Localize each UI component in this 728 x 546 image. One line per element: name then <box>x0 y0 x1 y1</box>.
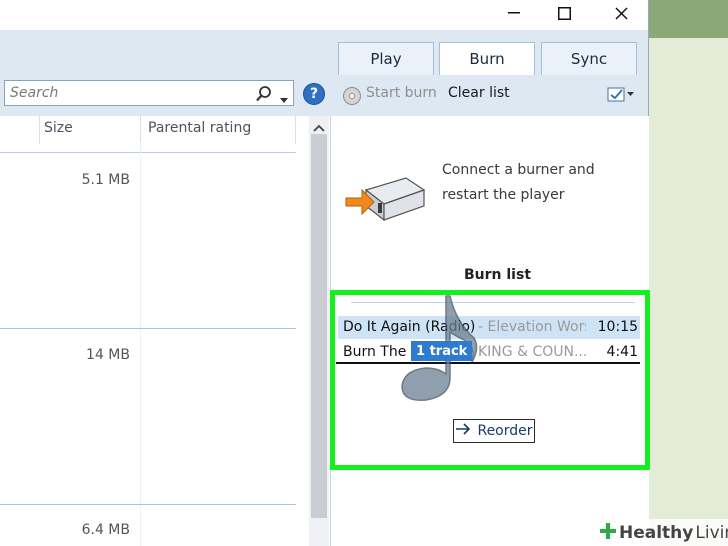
burn-options-icon[interactable] <box>607 85 635 107</box>
minimize-icon <box>508 12 520 14</box>
background-panel <box>648 0 728 546</box>
minimize-button[interactable] <box>487 0 541 26</box>
search-placeholder: Search <box>10 85 59 101</box>
search-icon[interactable] <box>255 85 273 107</box>
column-gridline <box>140 142 141 546</box>
header-divider <box>0 152 296 153</box>
row-divider <box>0 328 296 329</box>
scroll-up-icon[interactable] <box>312 118 326 137</box>
reorder-button[interactable]: Reorder <box>453 419 535 443</box>
close-button[interactable] <box>594 0 648 26</box>
watermark-brand: Healthy <box>619 522 694 543</box>
file-size: 14 MB <box>86 347 130 363</box>
column-separator <box>39 116 40 144</box>
watermark-brand-suffix: Living <box>695 522 728 543</box>
burner-drive-icon <box>344 168 428 232</box>
disc-icon <box>342 86 362 110</box>
maximize-icon <box>557 6 571 20</box>
arrow-right-icon <box>455 423 471 439</box>
tab-burn[interactable]: Burn <box>439 42 535 75</box>
watermark: Healthy Living <box>597 519 728 546</box>
burn-toolbar: Start burn Clear list <box>333 80 648 110</box>
cross-icon <box>599 522 617 544</box>
burn-list-highlight <box>330 290 650 470</box>
close-icon <box>614 6 628 20</box>
clear-list-button[interactable]: Clear list <box>448 85 510 101</box>
column-header-parental-rating[interactable]: Parental rating <box>148 120 251 146</box>
file-size: 6.4 MB <box>81 522 130 538</box>
search-input[interactable]: Search <box>4 80 294 106</box>
tab-sync[interactable]: Sync <box>541 42 637 75</box>
help-icon[interactable]: ? <box>303 83 325 105</box>
column-header-size[interactable]: Size <box>44 120 73 146</box>
file-size: 5.1 MB <box>81 172 130 188</box>
scrollbar-thumb[interactable] <box>311 134 327 518</box>
column-separator <box>295 116 296 144</box>
start-burn-button[interactable]: Start burn <box>366 85 437 101</box>
media-player-window: Play Burn Sync Search ? Start burn Clear… <box>0 0 650 546</box>
chevron-down-icon[interactable] <box>279 90 289 109</box>
column-separator <box>140 116 141 144</box>
tab-play[interactable]: Play <box>338 42 434 75</box>
row-divider <box>0 504 296 505</box>
connect-burner-message: Connect a burner and restart the player <box>442 162 595 203</box>
burn-list-title: Burn list <box>464 267 532 283</box>
background-stripe <box>648 0 728 38</box>
maximize-button[interactable] <box>537 0 591 26</box>
